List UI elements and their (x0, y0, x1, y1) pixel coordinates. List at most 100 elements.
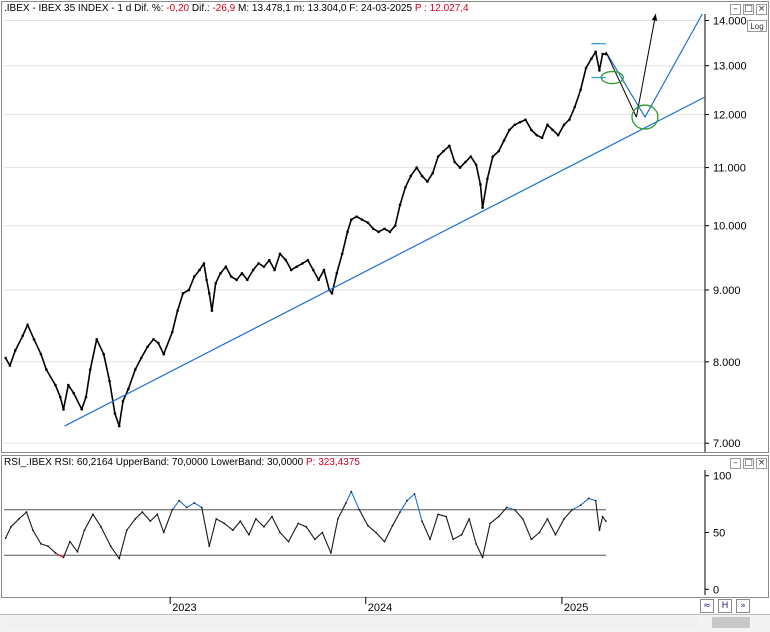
rsi-segment (193, 502, 203, 508)
rsi-segment (489, 516, 500, 524)
price-point (32, 338, 36, 341)
price-point (371, 227, 375, 231)
rsi-segment (5, 526, 12, 539)
price-point (289, 268, 293, 272)
rsi-segment (468, 518, 477, 545)
rsi-point (530, 538, 533, 541)
price-point (54, 383, 57, 387)
rsi-point (358, 508, 361, 511)
price-point (8, 364, 12, 367)
price-point (398, 203, 402, 207)
rsi-segment (248, 518, 257, 535)
price-point (257, 262, 260, 265)
rsi-point (162, 531, 165, 534)
rsi-point (330, 552, 332, 554)
rsi-point (254, 517, 257, 520)
price-point (67, 383, 70, 387)
price-point (524, 118, 527, 121)
rsi-point (505, 506, 508, 509)
price-point (502, 139, 506, 142)
rsi-point (313, 538, 316, 541)
price-point (214, 281, 217, 285)
rsi-segment (498, 507, 508, 517)
price-point (152, 338, 155, 341)
price-point (383, 227, 386, 231)
rsi-point (141, 511, 144, 513)
price-tick-label: 7.000 (713, 438, 741, 450)
rsi-segment (413, 493, 423, 522)
price-point (551, 128, 555, 132)
rsi-tick-label: 0 (713, 584, 719, 596)
price-point (219, 271, 222, 275)
price-point (377, 230, 380, 234)
price-point (4, 356, 7, 360)
scrollbar-thumb[interactable] (712, 617, 750, 628)
price-point (198, 268, 201, 272)
price-point (349, 218, 353, 221)
rsi-segment (546, 518, 556, 536)
price-point (409, 174, 413, 178)
rsi-point (554, 533, 557, 536)
chart-canvas: 7.000 8.000 9.000 10.000 11.000 12.000 13.000 1… (4, 13, 747, 614)
time-tick-label: 2024 (368, 602, 392, 614)
rsi-segment (321, 532, 332, 554)
price-point (170, 330, 174, 334)
price-point (584, 66, 588, 70)
price-point (62, 408, 65, 411)
rsi-segment (126, 518, 136, 531)
rsi-point (287, 540, 290, 543)
rsi-segment (367, 525, 377, 533)
rsi-point (475, 542, 478, 545)
price-point (95, 338, 99, 341)
rsi-point (76, 550, 79, 553)
rsi-segment (263, 516, 273, 528)
rsi-indicator-icon[interactable]: ≈ (700, 599, 714, 613)
price-point (540, 136, 544, 140)
price-point (340, 252, 344, 256)
price-tick-label: 11.000 (713, 163, 746, 175)
rsi-segment (437, 513, 447, 518)
price-point (355, 215, 358, 218)
rsi-segment (421, 520, 431, 540)
price-point (162, 352, 166, 356)
rsi-point (83, 529, 86, 532)
save-icon[interactable]: H (718, 599, 732, 613)
rsi-segment (163, 509, 173, 533)
rsi-segment (571, 504, 581, 511)
rsi-segment (255, 518, 265, 528)
rsi-segment (314, 532, 323, 540)
price-tick-label: 8.000 (713, 357, 741, 369)
time-tick-label: 2023 (172, 602, 196, 614)
rsi-segment (271, 516, 281, 533)
price-point (415, 166, 418, 169)
rsi-point (40, 542, 42, 545)
arrow-head (651, 14, 658, 21)
price-point (598, 69, 601, 72)
price-point (442, 149, 445, 153)
rsi-point (100, 525, 102, 528)
rsi-segment (563, 509, 573, 520)
collapse-icon[interactable]: » (736, 599, 750, 613)
horizontal-scrollbar[interactable] (8, 616, 698, 629)
rsi-point (248, 533, 250, 536)
rsi-point (200, 506, 203, 509)
price-tick-label: 10.000 (713, 221, 747, 233)
price-point (360, 218, 364, 221)
rsi-point (460, 533, 463, 536)
rsi-point (521, 517, 524, 520)
rsi-segment (32, 529, 42, 545)
rsi-point (69, 540, 71, 543)
rsi-segment (100, 526, 112, 547)
price-point (497, 149, 500, 153)
rsi-segment (461, 518, 470, 536)
rsi-segment (83, 514, 94, 531)
price-point (127, 387, 130, 391)
price-point (21, 334, 25, 337)
rsi-point (10, 525, 12, 528)
rsi-segment (239, 520, 250, 536)
rsi-point (279, 531, 281, 534)
price-point (207, 292, 211, 295)
rsi-segment (595, 500, 600, 531)
rsi-segment (201, 507, 210, 547)
rsi-point (18, 517, 20, 520)
